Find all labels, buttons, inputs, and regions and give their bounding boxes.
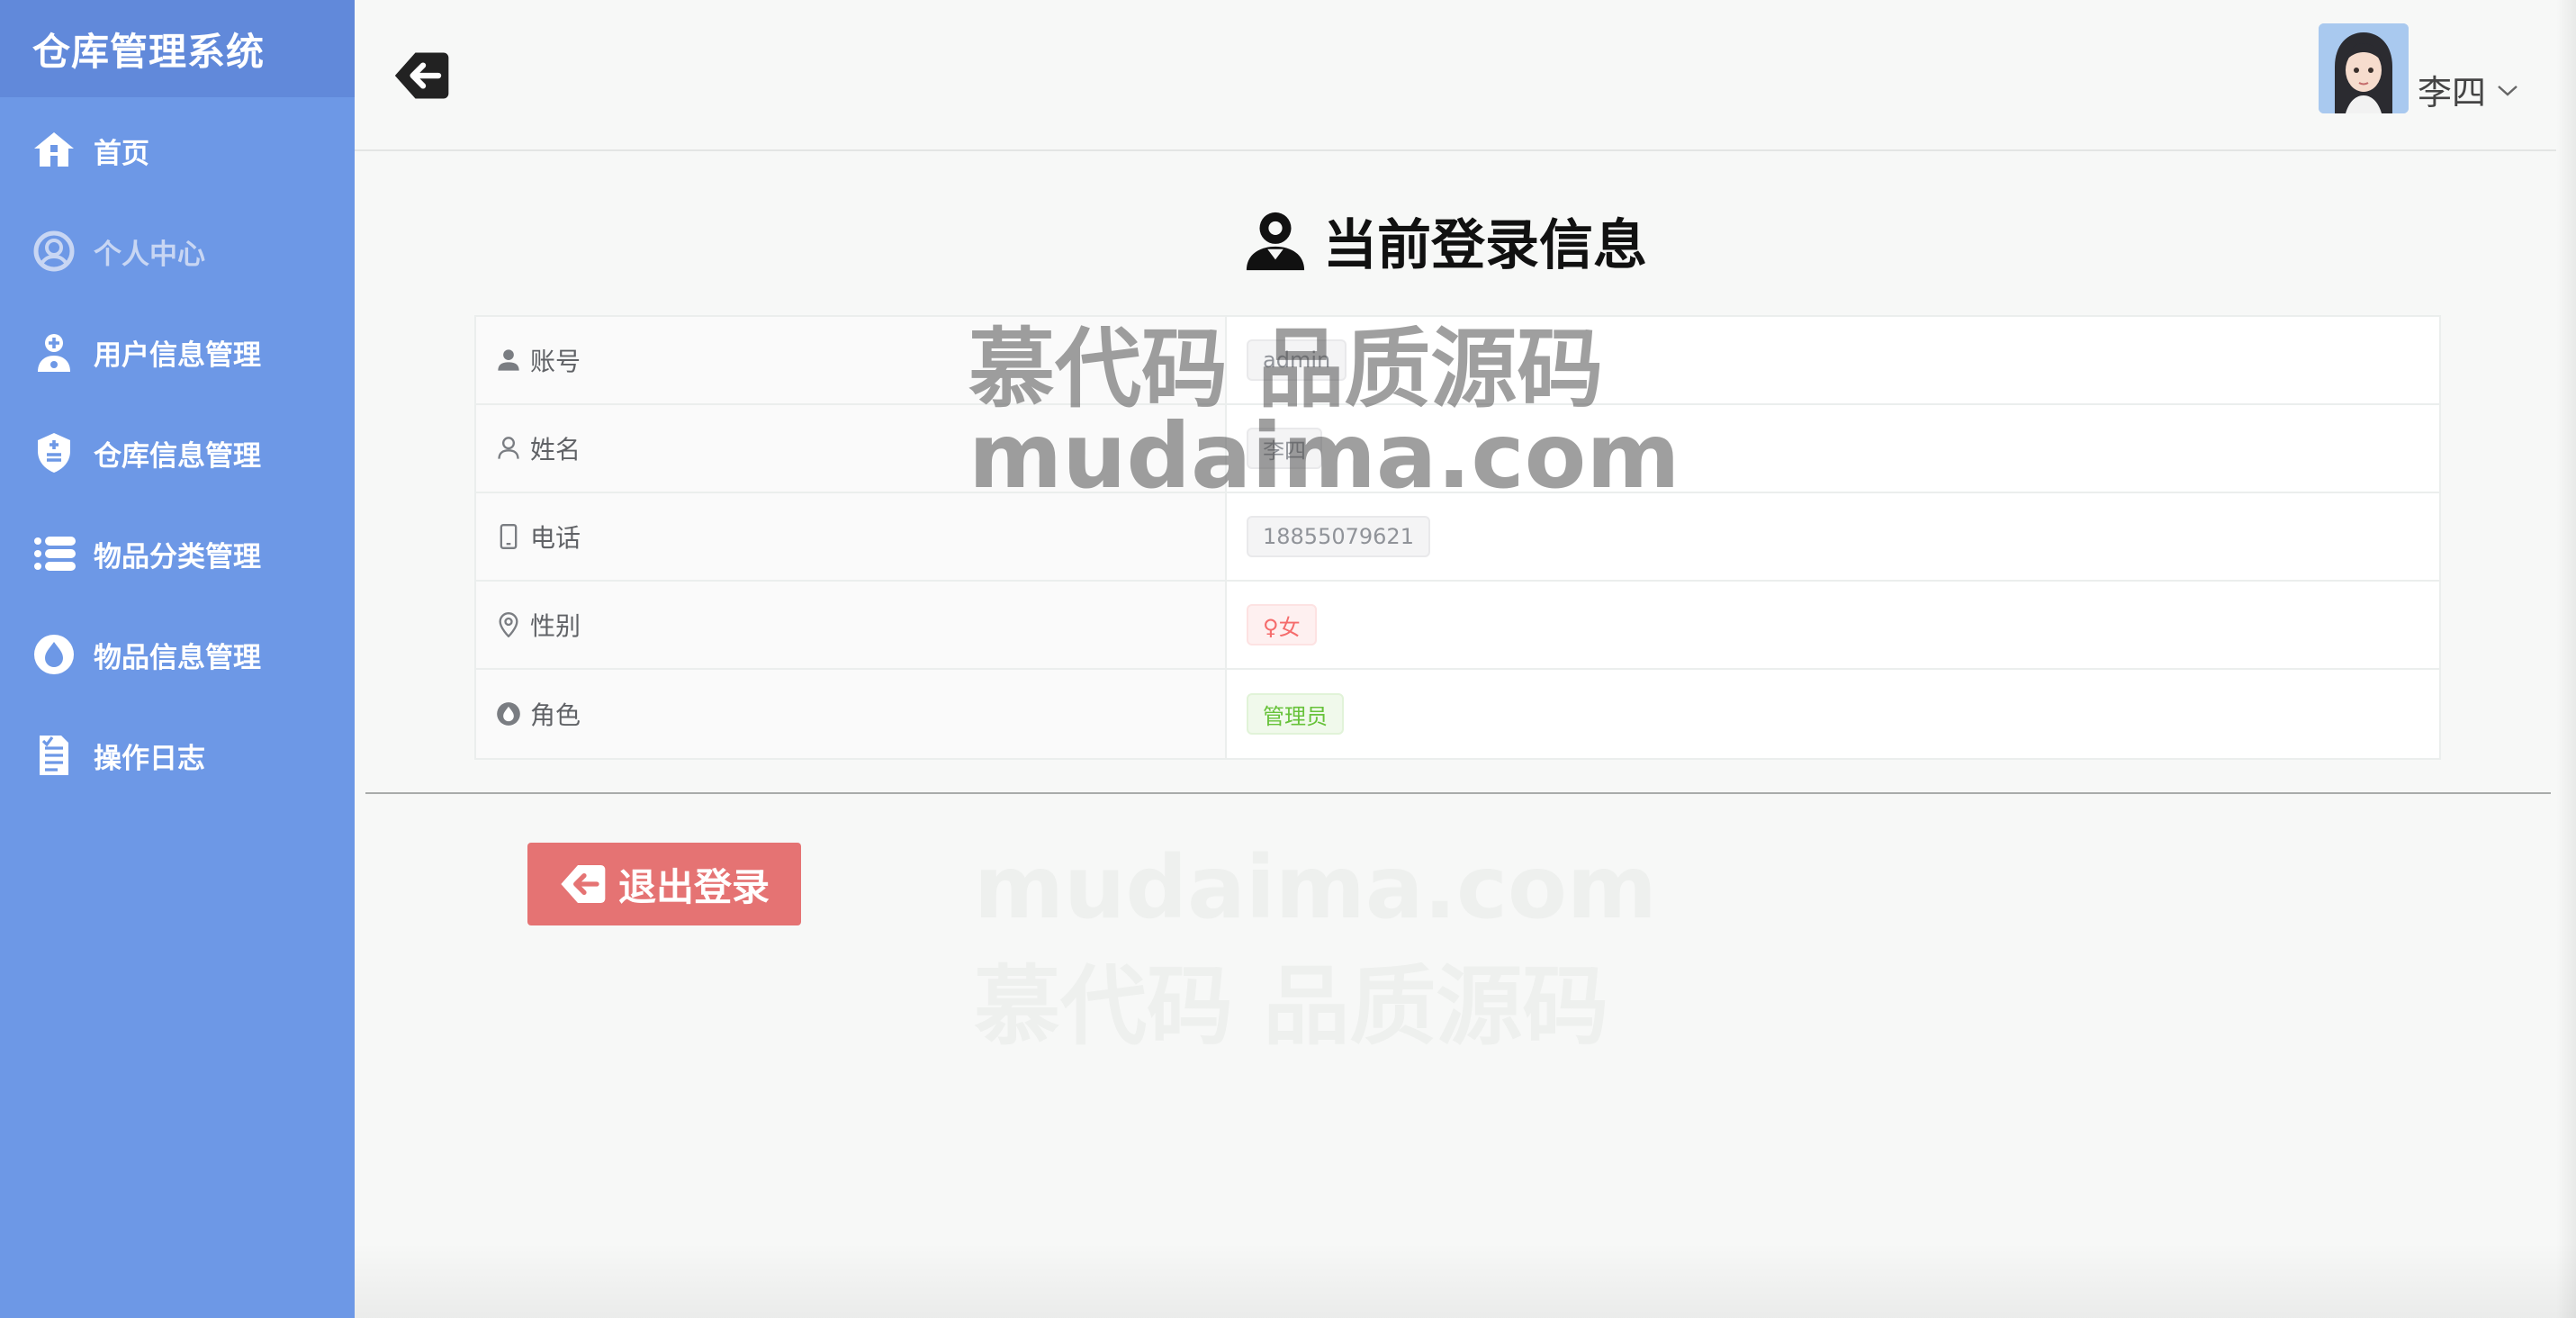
role-tag: 管理员: [1247, 693, 1344, 735]
user-menu[interactable]: 李四: [2418, 65, 2520, 114]
app-title: 仓库管理系统: [0, 0, 355, 97]
table-row: 账号 admin: [476, 317, 2439, 405]
info-table: 账号 admin 姓名 李四 电话 18855079621 性别 ♀女 角色 管…: [474, 315, 2441, 760]
logout-button[interactable]: 退出登录: [527, 843, 801, 925]
row-value: ♀女: [1227, 582, 2439, 668]
user-heart-icon: [31, 228, 77, 275]
sidebar-item-label: 用户信息管理: [94, 339, 261, 372]
name-tag: 李四: [1247, 428, 1322, 469]
logout-label: 退出登录: [617, 865, 770, 908]
home-icon: [31, 127, 77, 174]
bottom-shadow: [355, 1242, 2576, 1318]
row-value: admin: [1227, 317, 2439, 403]
sidebar-item-goods[interactable]: 物品信息管理: [0, 614, 355, 695]
sidebar-item-label: 个人中心: [94, 238, 205, 271]
avatar-icon: [2319, 23, 2409, 113]
top-header: 李四: [355, 0, 2556, 151]
table-row: 性别 ♀女: [476, 582, 2439, 670]
gender-tag: ♀女: [1247, 604, 1317, 645]
drop-icon: [31, 631, 77, 678]
sidebar-item-label: 物品分类管理: [94, 540, 261, 573]
table-row: 电话 18855079621: [476, 493, 2439, 582]
row-label: 电话: [476, 493, 1227, 580]
sidebar-item-logs[interactable]: 操作日志: [0, 715, 355, 796]
user-outline-icon: [498, 437, 519, 459]
sidebar: 仓库管理系统 首页 个人中心 用户信息管理 仓库信息管理 物品分类管理 物品信息…: [0, 0, 355, 1318]
table-row: 姓名 李四: [476, 405, 2439, 493]
back-arrow-icon: [561, 865, 606, 903]
row-label: 性别: [476, 582, 1227, 668]
account-tag: admin: [1247, 339, 1347, 381]
row-value: 管理员: [1227, 670, 2439, 758]
sidebar-item-label: 物品信息管理: [94, 641, 261, 674]
row-label: 账号: [476, 317, 1227, 403]
user-add-icon: [31, 329, 77, 375]
user-icon: [1246, 212, 1305, 270]
phone-tag: 18855079621: [1247, 516, 1430, 557]
table-row: 角色 管理员: [476, 670, 2439, 758]
phone-icon: [500, 524, 518, 549]
list-icon: [31, 530, 77, 577]
watermark: 慕代码 品质源码: [974, 956, 1609, 1057]
drop-icon: [497, 702, 520, 726]
chevron-down-icon: [2498, 85, 2517, 96]
sidebar-item-profile[interactable]: 个人中心: [0, 211, 355, 292]
user-name: 李四: [2418, 73, 2487, 113]
document-icon: [31, 732, 77, 779]
divider: [365, 792, 2551, 794]
shield-icon: [31, 429, 77, 476]
row-value: 18855079621: [1227, 493, 2439, 580]
row-value: 李四: [1227, 405, 2439, 492]
sidebar-item-category[interactable]: 物品分类管理: [0, 513, 355, 594]
sidebar-item-home[interactable]: 首页: [0, 110, 355, 191]
sidebar-item-label: 仓库信息管理: [94, 439, 261, 473]
row-label: 角色: [476, 670, 1227, 758]
sidebar-item-warehouse[interactable]: 仓库信息管理: [0, 412, 355, 493]
scrollbar-track[interactable]: [2556, 0, 2576, 1318]
sidebar-item-users[interactable]: 用户信息管理: [0, 311, 355, 393]
row-label: 姓名: [476, 405, 1227, 492]
user-icon: [498, 349, 519, 371]
avatar[interactable]: [2319, 23, 2409, 113]
watermark: mudaima.com: [974, 837, 1657, 938]
sidebar-item-label: 首页: [94, 137, 149, 170]
sidebar-item-label: 操作日志: [94, 742, 205, 775]
back-arrow-icon[interactable]: [392, 45, 454, 106]
page-title: 当前登录信息: [1244, 202, 1647, 280]
app-root: 仓库管理系统 首页 个人中心 用户信息管理 仓库信息管理 物品分类管理 物品信息…: [0, 0, 2576, 1318]
location-icon: [499, 612, 518, 637]
page-title-text: 当前登录信息: [1323, 214, 1647, 277]
